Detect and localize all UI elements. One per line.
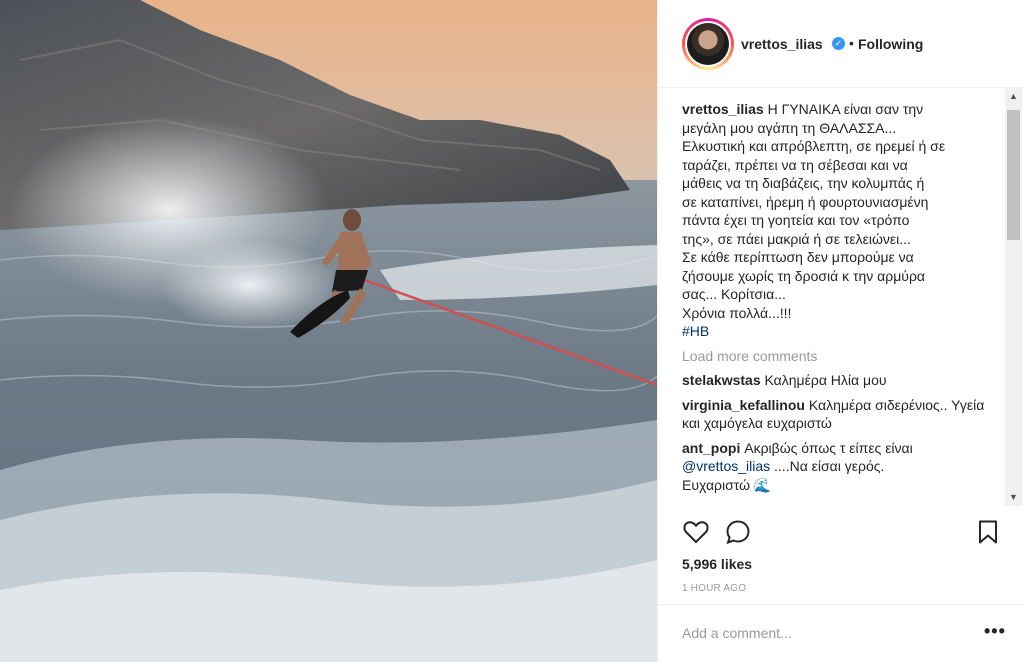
caption-line: Ελκυστική και απρόβλεπτη, σε ηρεμεί ή σε [682, 138, 946, 154]
post-timestamp[interactable]: 1 HOUR AGO [682, 583, 746, 594]
comment-item: ant_popi Ακριβώς όπως τ είπες είναι @vre… [682, 439, 1002, 495]
comments-list: vrettos_ilias Η ΓΥΝΑΙΚΑ είναι σαν την με… [682, 98, 1002, 508]
comments-scrollbar[interactable]: ▲ ▼ [1005, 88, 1022, 506]
verified-badge-icon: ✓ [832, 37, 845, 50]
comment-text: ....Να είσαι γερός. [774, 458, 885, 474]
separator-dot: • [849, 35, 854, 51]
comment-text: Καλημέρα Ηλία μου [764, 372, 887, 388]
comment-username[interactable]: stelakwstas [682, 372, 761, 388]
bookmark-icon[interactable] [974, 518, 1002, 546]
post-actions [682, 514, 1002, 550]
avatar[interactable] [682, 18, 734, 70]
scroll-down-arrow-icon[interactable]: ▼ [1005, 489, 1022, 506]
comment-text: Ευχαριστώ 🌊 [682, 476, 772, 493]
post-side-panel: vrettos_ilias ✓ • Following vrettos_ilia… [657, 0, 1024, 662]
scroll-up-arrow-icon[interactable]: ▲ [1005, 88, 1022, 105]
post-header: vrettos_ilias ✓ • Following [658, 0, 1024, 88]
hashtag-link[interactable]: #HB [682, 323, 709, 339]
comment-bubble-icon[interactable] [724, 518, 752, 546]
caption-line: πάντα έχει τη γοητεία και τον «τρόπο [682, 212, 910, 228]
waterski-photo [0, 0, 657, 662]
post-caption: vrettos_ilias Η ΓΥΝΑΙΚΑ είναι σαν την με… [682, 100, 1002, 341]
caption-line: ταράζει, πρέπει να τη σέβεσαι και να [682, 156, 908, 173]
caption-line: μάθεις να τη διαβάζεις, την κολυμπάς ή [682, 175, 925, 191]
caption-line: σε καταπίνει, ήρεμη ή φουρτουνιασμένη [682, 193, 929, 210]
heart-icon[interactable] [682, 518, 710, 546]
post-photo[interactable] [0, 0, 657, 662]
caption-line: μεγάλη μου αγάπη τη ΘΑΛΑΣΣΑ... [682, 119, 897, 136]
more-options-icon[interactable]: ••• [984, 621, 1006, 642]
following-button[interactable]: Following [858, 36, 923, 52]
comment-item: stelakwstas Καλημέρα Ηλία μου [682, 371, 1002, 390]
caption-line: σας... Κορίτσια... [682, 286, 786, 302]
comment-item: virginia_kefallinou Καλημέρα σιδερένιος.… [682, 396, 1002, 433]
caption-line: Σε κάθε περίπτωση δεν μπορούμε να [682, 249, 914, 265]
comment-username[interactable]: ant_popi [682, 440, 740, 456]
comment-text: Ακριβώς όπως τ είπες είναι [744, 439, 913, 456]
add-comment-input[interactable] [682, 625, 962, 641]
add-comment-section: ••• [658, 604, 1024, 662]
caption-line: Η ΓΥΝΑΙΚΑ είναι σαν την [767, 101, 924, 117]
comment-username[interactable]: virginia_kefallinou [682, 397, 805, 413]
author-username[interactable]: vrettos_ilias [741, 36, 823, 52]
caption-line: Χρόνια πολλά...!!! [682, 304, 792, 321]
mention-link[interactable]: @vrettos_ilias [682, 458, 770, 474]
caption-line: της», σε πάει μακριά ή σε τελειώνει... [682, 230, 911, 247]
likes-count[interactable]: 5,996 likes [682, 556, 752, 572]
caption-line: ζήσουμε χωρίς τη δροσιά κ την αρμύρα [682, 267, 926, 284]
load-more-comments-button[interactable]: Load more comments [682, 347, 1002, 366]
caption-username[interactable]: vrettos_ilias [682, 101, 764, 117]
scroll-thumb[interactable] [1007, 110, 1020, 240]
